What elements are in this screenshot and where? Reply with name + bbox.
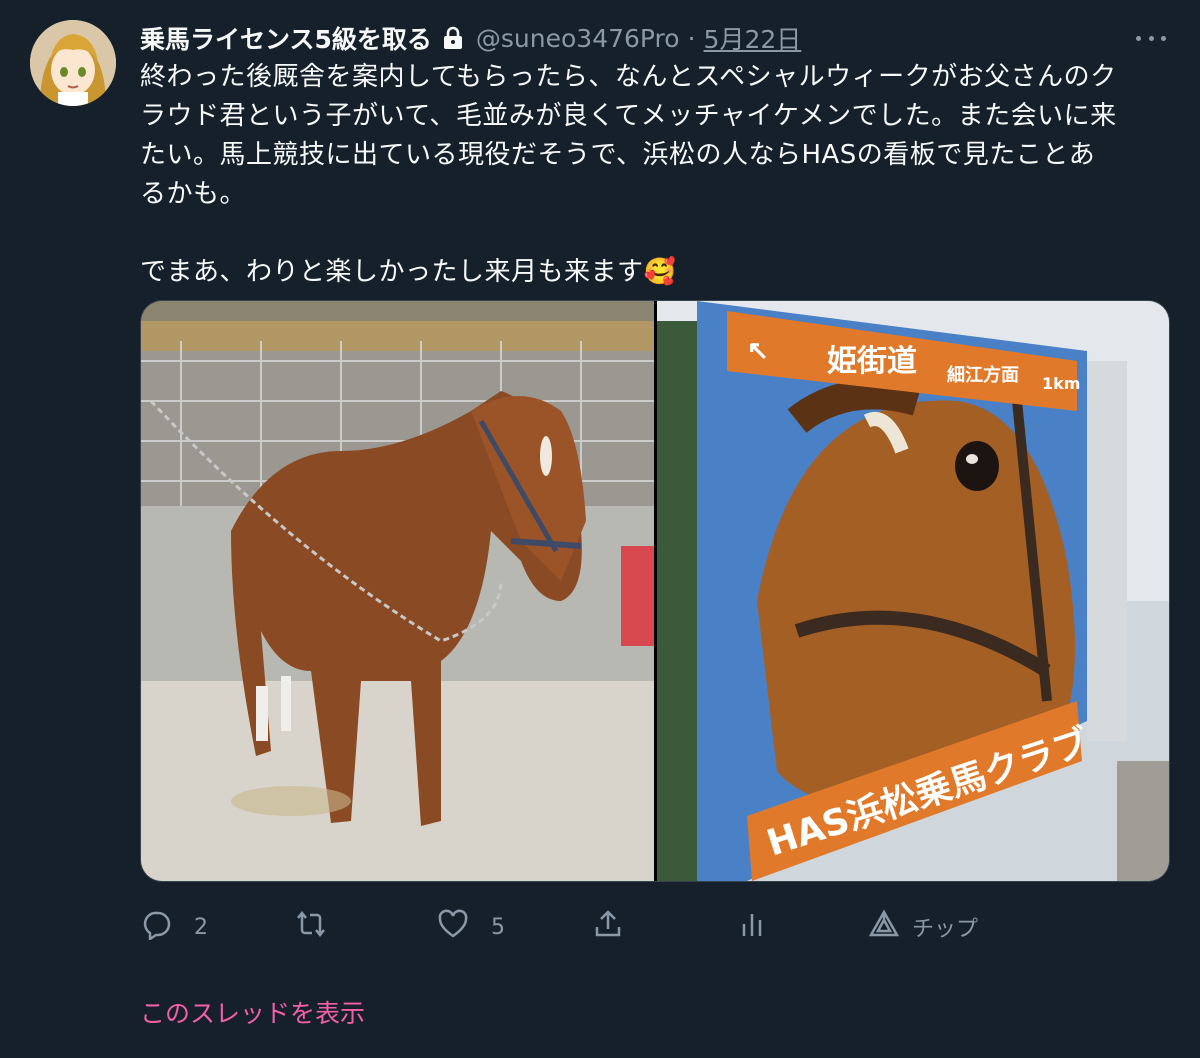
share-button[interactable] — [592, 905, 624, 949]
sign-road-text: 姫街道 — [827, 344, 917, 379]
horse-stable-photo[interactable] — [141, 301, 654, 881]
share-icon — [592, 908, 624, 946]
lock-icon — [440, 25, 466, 51]
tweet-media: ↖ 姫街道 細江方面 1km HAS浜松乗馬クラブ — [140, 300, 1170, 882]
tweet-line-4: るかも。 — [140, 179, 247, 209]
sign-direction-text: 細江方面 — [947, 364, 1019, 386]
tweet-line-2: ラウド君という子がいて、毛並みが良くてメッチャイケメンでした。また会いに来 — [140, 101, 1117, 131]
more-options-icon[interactable] — [1136, 28, 1166, 48]
reply-icon — [140, 908, 172, 946]
separator-dot: · — [687, 23, 696, 53]
retweet-button[interactable] — [295, 905, 349, 949]
tweet-line-5-text: でまあ、わりと楽しかったし来月も来ます — [140, 257, 644, 287]
show-thread-link[interactable]: このスレッドを表示 — [140, 994, 365, 1030]
tweet-header: 乗馬ライセンス5級を取る @suneo3476Pro · 5月22日 — [140, 18, 1160, 58]
retweet-icon — [295, 908, 327, 946]
analytics-icon — [736, 908, 768, 946]
tweet-line-5: でまあ、わりと楽しかったし来月も来ます🥰 — [140, 253, 1180, 292]
reply-button[interactable]: 2 — [140, 905, 208, 949]
analytics-button[interactable] — [736, 905, 768, 949]
tip-label: チップ — [912, 917, 979, 942]
author-display-name[interactable]: 乗馬ライセンス5級を取る — [140, 20, 432, 56]
like-button[interactable]: 5 — [437, 905, 505, 949]
tweet-actions: 2 5 チップ — [140, 905, 1180, 949]
svg-text:↖: ↖ — [747, 335, 769, 365]
tweet-date[interactable]: 5月22日 — [704, 20, 802, 56]
avatar[interactable] — [30, 20, 116, 106]
reply-count: 2 — [194, 914, 208, 940]
author-handle[interactable]: @suneo3476Pro — [476, 24, 680, 53]
tweet-line-3: たい。馬上競技に出ている現役だそうで、浜松の人ならHASの看板で見たことあ — [140, 140, 1096, 170]
like-count: 5 — [491, 914, 505, 940]
tip-icon — [868, 908, 900, 946]
tweet-line-1: 終わった後厩舎を案内してもらったら、なんとスペシャルウィークがお父さんのク — [140, 62, 1117, 92]
tweet-text: 終わった後厩舎を案内してもらったら、なんとスペシャルウィークがお父さんのク ラウ… — [140, 58, 1180, 292]
tip-button[interactable]: チップ — [868, 905, 978, 949]
heart-icon — [437, 908, 469, 946]
smiling-hearts-emoji: 🥰 — [643, 257, 677, 287]
has-sign-photo[interactable]: ↖ 姫街道 細江方面 1km HAS浜松乗馬クラブ — [657, 301, 1169, 881]
sign-distance-text: 1km — [1042, 374, 1080, 393]
